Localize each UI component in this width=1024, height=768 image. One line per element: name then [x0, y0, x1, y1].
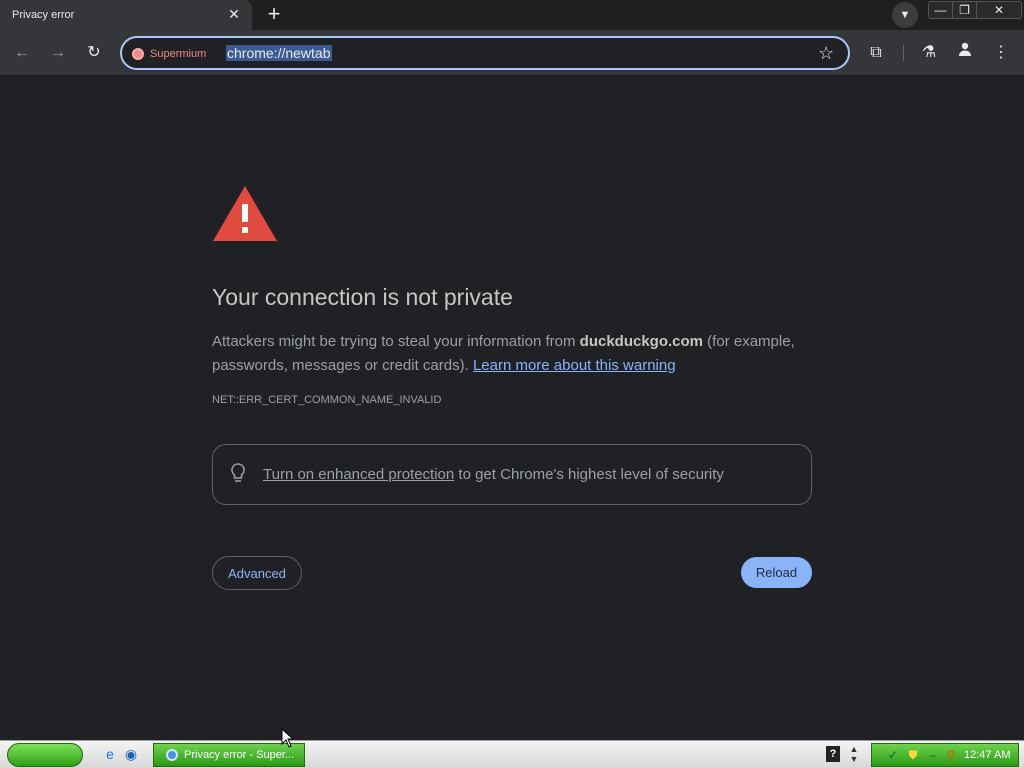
- tray-expand-icon[interactable]: ▲ ▼: [849, 744, 859, 764]
- taskbar: e ◉ Privacy error - Super... ? ▲ ▼ ✓ ⛊ – …: [0, 740, 1024, 768]
- desc-prefix: Attackers might be trying to steal your …: [212, 333, 580, 350]
- toolbar-divider: [903, 45, 904, 61]
- tab-close-icon[interactable]: ✕: [226, 6, 242, 22]
- back-arrow-icon[interactable]: ←: [10, 41, 34, 65]
- mouse-cursor-icon: [281, 728, 295, 748]
- enhanced-protection-text: Turn on enhanced protection to get Chrom…: [263, 466, 724, 483]
- url-text[interactable]: chrome://newtab: [226, 45, 332, 61]
- reload-button[interactable]: Reload: [741, 557, 812, 588]
- enhanced-protection-box: Turn on enhanced protection to get Chrom…: [212, 444, 812, 505]
- reload-icon[interactable]: ↻: [82, 41, 106, 65]
- learn-more-link[interactable]: Learn more about this warning: [473, 357, 676, 374]
- domain-name: duckduckgo.com: [579, 333, 704, 350]
- start-button[interactable]: [7, 743, 83, 767]
- help-icon[interactable]: ?: [826, 746, 840, 762]
- labs-flask-icon[interactable]: ⚗: [917, 41, 941, 65]
- error-code[interactable]: NET::ERR_CERT_COMMON_NAME_INVALID: [212, 394, 441, 406]
- clock: 12:47 AM: [964, 749, 1011, 761]
- site-info-chip[interactable]: Supermium: [132, 45, 206, 63]
- address-bar[interactable]: Supermium chrome://newtab ☆: [120, 36, 850, 70]
- tab-search-chevron-icon[interactable]: ▼: [892, 2, 918, 28]
- network-tray-icon[interactable]: ✓: [886, 748, 900, 762]
- interstitial-page: Your connection is not private Attackers…: [0, 77, 1024, 740]
- tab-title: Privacy error: [12, 9, 75, 21]
- advanced-button[interactable]: Advanced: [212, 556, 302, 590]
- tray-dash-icon[interactable]: –: [926, 748, 940, 762]
- menu-kebab-icon[interactable]: ⋮: [989, 41, 1013, 65]
- window-controls: — ❐ ✕: [928, 1, 1022, 19]
- supermium-logo-icon: [132, 48, 144, 60]
- internet-explorer-icon[interactable]: e: [101, 745, 119, 763]
- search-tray-icon[interactable]: ⚲: [944, 748, 958, 762]
- enhanced-protection-link[interactable]: Turn on enhanced protection: [263, 466, 454, 483]
- close-window-button[interactable]: ✕: [977, 2, 1021, 18]
- minimize-button[interactable]: —: [929, 2, 953, 18]
- tab-strip: Privacy error ✕ + ▼ — ❐ ✕: [0, 0, 1024, 30]
- lightbulb-icon: [231, 463, 245, 482]
- supermium-task-icon: [166, 749, 178, 761]
- enhanced-suffix: to get Chrome's highest level of securit…: [454, 466, 724, 483]
- warning-description: Attackers might be trying to steal your …: [212, 330, 822, 378]
- new-tab-button[interactable]: +: [262, 3, 286, 27]
- bookmark-star-icon[interactable]: ☆: [818, 43, 834, 64]
- system-tray: ✓ ⛊ – ⚲ 12:47 AM: [871, 743, 1019, 767]
- task-label: Privacy error - Super...: [184, 749, 295, 761]
- tab-privacy-error[interactable]: Privacy error ✕: [0, 0, 252, 30]
- warning-triangle-icon: [213, 186, 277, 241]
- forward-arrow-icon[interactable]: →: [46, 41, 70, 65]
- extensions-icon[interactable]: ⧉: [864, 41, 888, 65]
- profile-avatar-icon[interactable]: [953, 41, 977, 65]
- page-title: Your connection is not private: [212, 284, 513, 310]
- restore-button[interactable]: ❐: [953, 2, 977, 18]
- security-shield-icon[interactable]: ⛊: [906, 748, 920, 762]
- site-name: Supermium: [150, 48, 207, 60]
- browser-toolbar: ← → ↻ Supermium chrome://newtab ☆ ⧉ ⚗ ⋮: [0, 30, 1024, 76]
- browser-quicklaunch-icon[interactable]: ◉: [122, 745, 140, 763]
